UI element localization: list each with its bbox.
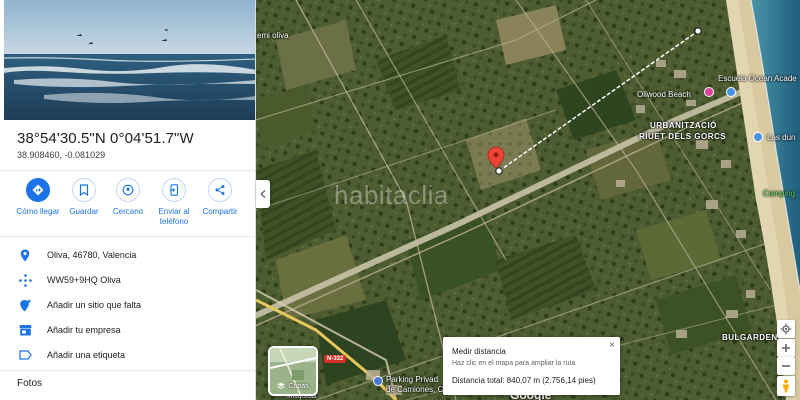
street-view-button[interactable] (777, 376, 795, 396)
map-label: URBANITZACIÓ (650, 121, 717, 130)
nearby-icon (116, 178, 140, 202)
map-label[interactable]: Camping (763, 189, 795, 198)
layers-button[interactable]: Capas (268, 346, 318, 396)
my-location-button[interactable] (777, 320, 795, 338)
map-label[interactable]: de Camiones, C (386, 385, 443, 394)
plus-icon (782, 344, 790, 352)
add-label-text: Añadir una etiqueta (47, 350, 126, 360)
map-label: RIUET DELS GORCS (639, 132, 727, 141)
send-to-phone-icon (162, 178, 186, 202)
zoom-in-button[interactable] (777, 339, 795, 357)
layers-label: Capas (288, 382, 309, 390)
place-photo[interactable] (4, 0, 255, 120)
measure-title: Medir distancia (452, 347, 506, 356)
divider (0, 370, 255, 371)
share-icon (208, 178, 232, 202)
map-label[interactable]: Oliwood Beach (637, 90, 691, 99)
divider (0, 236, 255, 237)
my-location-icon (780, 323, 792, 335)
divider (0, 170, 255, 171)
chevron-left-icon (260, 190, 266, 198)
plus-code-icon (17, 272, 33, 288)
add-business-row[interactable]: Añadir tu empresa (0, 319, 255, 341)
pegman-icon (783, 379, 789, 393)
measure-endpoint (694, 27, 702, 35)
plus-code-row[interactable]: WW59+9HQ Oliva (0, 269, 255, 291)
action-bar: Cómo llegar Guardar Cercano Enviar al te… (0, 178, 255, 230)
coordinates-title: 38°54'30.5"N 0°04'51.7"W (17, 130, 194, 147)
add-location-icon (17, 297, 33, 313)
address-text: Oliva, 46780, Valencia (47, 250, 137, 260)
minus-icon (782, 365, 790, 367)
label-icon (17, 347, 33, 363)
map-label[interactable]: Escuela Ocean Acade (718, 74, 797, 83)
map-label[interactable]: Las dun (767, 133, 795, 142)
share-button[interactable]: Compartir (194, 178, 246, 217)
add-label-row[interactable]: Añadir una etiqueta (0, 344, 255, 366)
parking-poi-icon[interactable] (373, 376, 383, 386)
add-place-row[interactable]: Añadir un sitio que falta (0, 294, 255, 316)
plus-code-text: WW59+9HQ Oliva (47, 275, 121, 285)
directions-label: Cómo llegar (16, 207, 60, 216)
store-icon (17, 322, 33, 338)
measure-hint: Haz clic en el mapa para ampliar la ruta (452, 360, 576, 367)
send-to-phone-label: Enviar al teléfono (158, 207, 190, 226)
photos-section-title: Fotos (17, 378, 43, 389)
satellite-map[interactable]: habitaclia emi oliva Escuela Ocean Acade… (256, 0, 800, 400)
measure-distance-card: Medir distancia Haz clic en el mapa para… (443, 337, 620, 395)
layers-icon (277, 382, 286, 390)
place-poi-icon[interactable] (753, 132, 763, 142)
add-business-text: Añadir tu empresa (47, 325, 121, 335)
collapse-panel-button[interactable] (256, 180, 270, 208)
map-label[interactable]: Parking Privad (386, 375, 438, 384)
directions-button[interactable]: Cómo llegar (12, 178, 64, 217)
send-to-phone-button[interactable]: Enviar al teléfono (148, 178, 200, 227)
map-label: BULGARDEN (722, 333, 778, 342)
share-label: Compartir (202, 207, 238, 216)
close-icon[interactable]: × (609, 340, 615, 351)
road-n332-label: N-332 (324, 355, 347, 363)
school-poi-icon[interactable] (726, 87, 736, 97)
directions-icon (26, 178, 50, 202)
beach-poi-icon[interactable] (704, 87, 714, 97)
address-row[interactable]: Oliva, 46780, Valencia (0, 244, 255, 266)
measure-total: Distancia total: 840,07 m (2.756,14 pies… (452, 376, 596, 385)
bookmark-icon (72, 178, 96, 202)
nearby-button[interactable]: Cercano (102, 178, 154, 217)
location-pin-icon (17, 247, 33, 263)
place-panel: 38°54'30.5"N 0°04'51.7"W 38.908460, -0.0… (0, 0, 256, 400)
nearby-label: Cercano (112, 207, 144, 216)
coordinates-decimal: 38.908460, -0.081029 (17, 150, 106, 160)
measure-startpoint (495, 167, 503, 175)
map-label[interactable]: emi oliva (257, 31, 289, 40)
add-place-text: Añadir un sitio que falta (47, 300, 142, 310)
zoom-out-button[interactable] (777, 357, 795, 375)
habitaclia-watermark: habitaclia (334, 180, 449, 210)
